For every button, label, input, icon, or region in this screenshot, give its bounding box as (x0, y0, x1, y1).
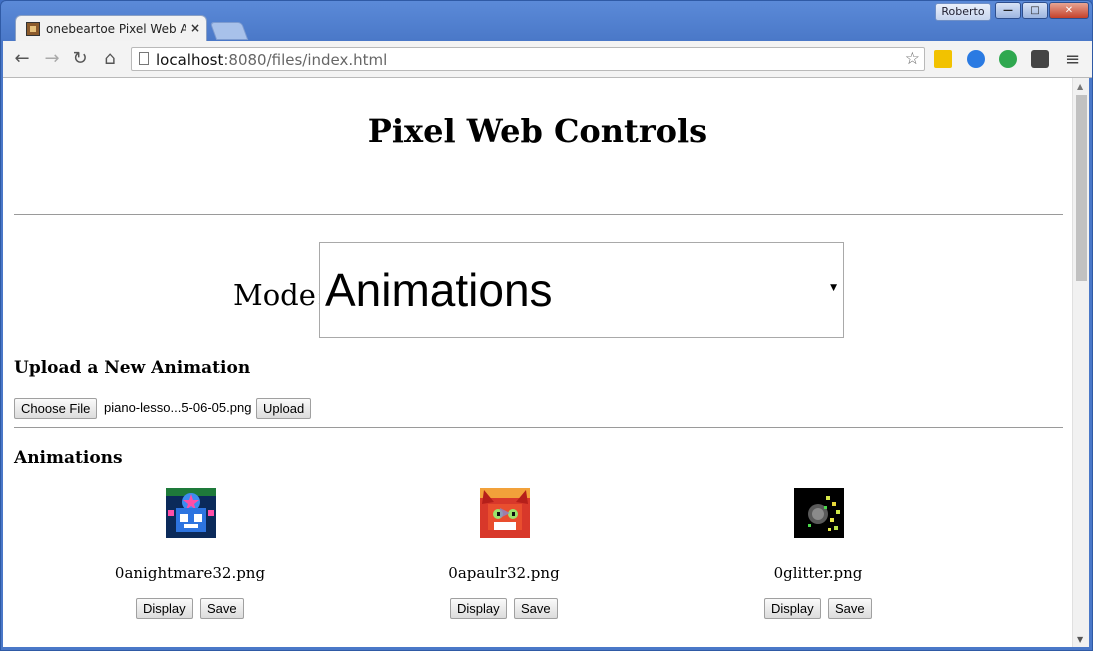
upload-heading: Upload a New Animation (14, 358, 251, 378)
selected-file-name: piano-lesso...5-06-05.png (104, 400, 252, 415)
divider (14, 214, 1063, 215)
display-button[interactable]: Display (764, 598, 821, 619)
tab-title: onebeartoe Pixel Web App (46, 22, 186, 36)
page-icon (139, 52, 149, 65)
browser-toolbar: ← → ↻ ⌂ localhost:8080/files/index.html … (3, 41, 1092, 78)
save-button[interactable]: Save (200, 598, 244, 619)
choose-file-button[interactable]: Choose File (14, 398, 98, 419)
reload-icon[interactable]: ↻ (69, 49, 91, 69)
menu-icon[interactable]: ≡ (1065, 49, 1081, 70)
animation-file-name: 0glitter.png (773, 564, 863, 582)
page-content: Pixel Web Controls Mode: Animations ▼ Up… (3, 78, 1072, 647)
upload-button[interactable]: Upload (256, 398, 312, 419)
new-tab-button[interactable] (209, 22, 249, 40)
address-bar[interactable]: localhost:8080/files/index.html ☆ (131, 47, 925, 71)
extension-phone-icon[interactable] (934, 50, 952, 68)
dropdown-arrow-icon: ▼ (830, 283, 837, 293)
forward-icon[interactable]: → (41, 49, 63, 69)
mode-label: Mode: (233, 278, 326, 312)
animation-thumbnail[interactable] (794, 488, 844, 538)
vertical-scrollbar[interactable]: ▲ ▼ (1072, 78, 1089, 647)
extension-incognito-icon[interactable] (1031, 50, 1049, 68)
animation-file-name: 0apaulr32.png (448, 564, 560, 582)
divider (14, 427, 1063, 428)
browser-tab[interactable]: onebeartoe Pixel Web App × (15, 15, 207, 42)
extension-skype-icon[interactable] (967, 50, 985, 68)
maximize-button[interactable]: □ (1022, 2, 1048, 19)
scroll-up-icon[interactable]: ▲ (1077, 82, 1083, 91)
animation-file-name: 0anightmare32.png (114, 564, 266, 582)
scrollbar-thumb[interactable] (1076, 95, 1087, 281)
profile-button[interactable]: Roberto (935, 3, 991, 21)
mode-select[interactable]: Animations ▼ (319, 242, 844, 338)
favicon-icon (26, 22, 40, 36)
scroll-down-icon[interactable]: ▼ (1077, 635, 1083, 644)
mode-select-value: Animations (325, 264, 553, 316)
extension-hangouts-icon[interactable] (999, 50, 1017, 68)
animations-heading: Animations (14, 448, 123, 468)
save-button[interactable]: Save (514, 598, 558, 619)
bookmark-star-icon[interactable]: ☆ (905, 49, 920, 69)
display-button[interactable]: Display (136, 598, 193, 619)
save-button[interactable]: Save (828, 598, 872, 619)
close-window-button[interactable]: ✕ (1049, 2, 1089, 19)
title-bar: onebeartoe Pixel Web App × Roberto — □ ✕ (1, 1, 1093, 42)
back-icon[interactable]: ← (11, 49, 33, 69)
animation-thumbnail[interactable] (166, 488, 216, 538)
tab-close-icon[interactable]: × (190, 21, 200, 35)
minimize-button[interactable]: — (995, 2, 1021, 19)
url-text: localhost:8080/files/index.html (156, 51, 388, 69)
browser-window: onebeartoe Pixel Web App × Roberto — □ ✕… (0, 0, 1093, 651)
page-title: Pixel Web Controls (367, 112, 708, 150)
animation-thumbnail[interactable] (480, 488, 530, 538)
display-button[interactable]: Display (450, 598, 507, 619)
home-icon[interactable]: ⌂ (99, 49, 121, 69)
